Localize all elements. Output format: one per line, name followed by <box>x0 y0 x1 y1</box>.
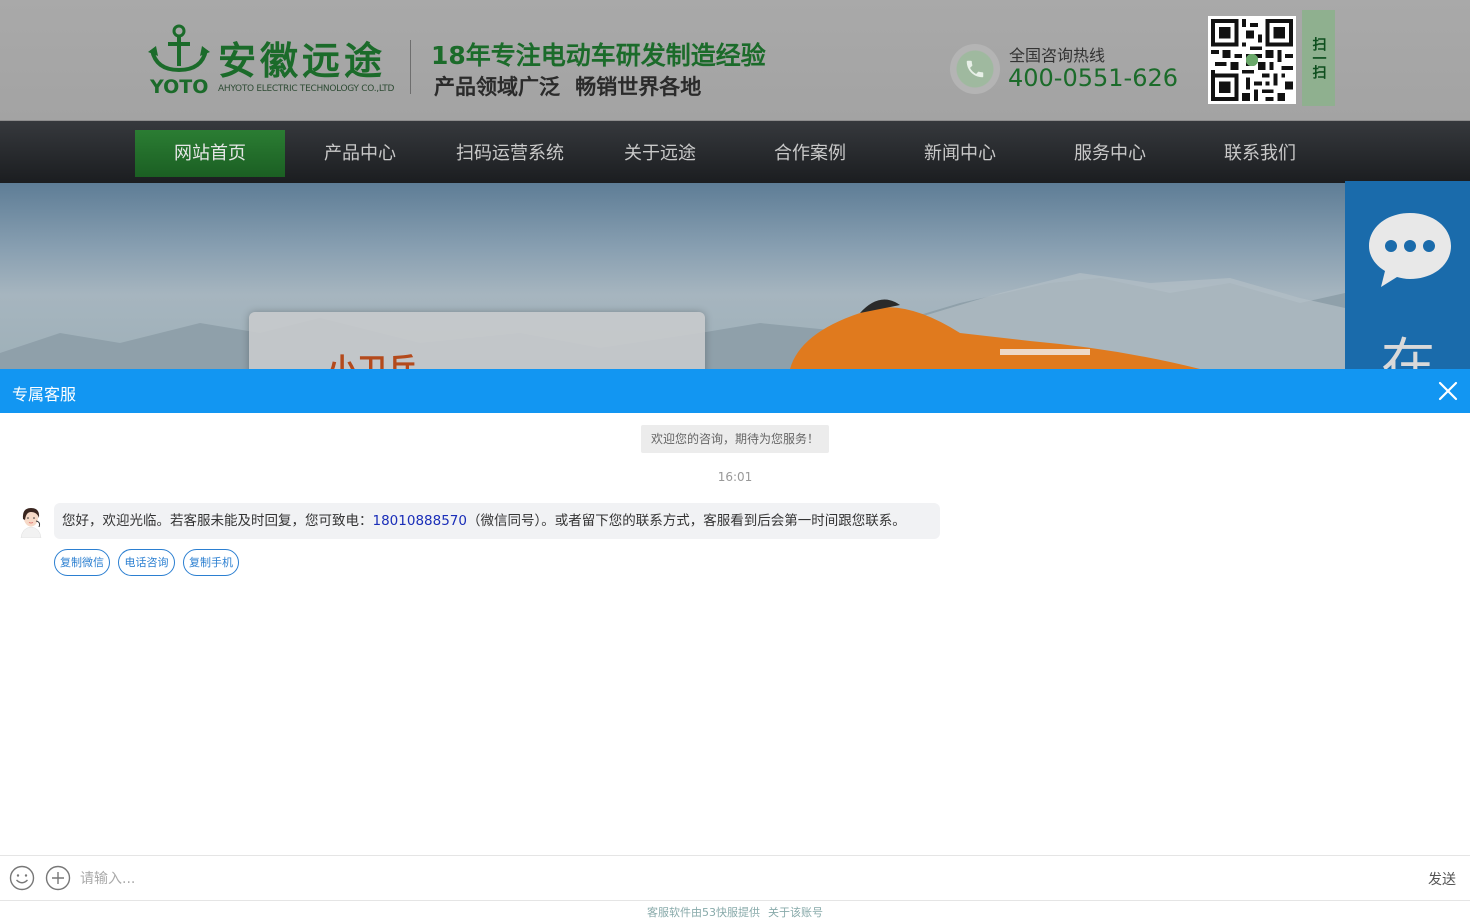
agent-message-bubble: 您好，欢迎光临。若客服未能及时回复，您可致电：18010888570（微信同号）… <box>54 503 940 539</box>
agent-avatar <box>16 504 46 538</box>
customer-service-chat: 专属客服 欢迎您的咨询，期待为您服务！ 16:01 您好，欢迎光临。若客服未能及… <box>0 369 1470 923</box>
message-phone-link[interactable]: 18010888570 <box>373 513 467 529</box>
logo-chinese-name: 安徽远途 <box>218 39 387 83</box>
chat-header: 专属客服 <box>0 369 1470 413</box>
chat-input-bar: 发送 <box>0 855 1470 901</box>
slogan-secondary: 产品领域广泛 畅销世界各地 <box>434 75 702 99</box>
online-label-char: 在 <box>1381 332 1435 369</box>
slogan-primary: 18年专注电动车研发制造经验 <box>431 41 766 70</box>
qr-scan-tab[interactable]: 扫一扫 <box>1302 10 1335 106</box>
logo-company-name: AHYOTO ELECTRIC TECHNOLOGY CO.,LTD <box>218 84 395 94</box>
about-account-link[interactable]: 关于该账号 <box>768 906 823 919</box>
chat-title: 专属客服 <box>12 385 77 404</box>
banner-product-title: 小卫兵 <box>327 345 417 369</box>
emoji-icon[interactable] <box>9 865 35 891</box>
main-nav: 网站首页 产品中心 扫码运营系统 关于远途 合作案例 新闻中心 服务中心 联系我… <box>0 121 1470 183</box>
nav-scan-operation[interactable]: 扫码运营系统 <box>435 130 585 177</box>
nav-service[interactable]: 服务中心 <box>1035 130 1185 177</box>
phone-icon <box>950 44 1000 94</box>
copy-mobile-button[interactable]: 复制手机 <box>183 549 239 576</box>
nav-contact[interactable]: 联系我们 <box>1185 130 1335 177</box>
message-timestamp: 16:01 <box>717 470 753 484</box>
logo-english-name: YOTO <box>150 76 209 98</box>
nav-products[interactable]: 产品中心 <box>285 130 435 177</box>
chat-message-input[interactable] <box>80 864 1400 894</box>
mountain-backdrop <box>0 273 1345 369</box>
message-text-prefix: 您好，欢迎光临。若客服未能及时回复，您可致电： <box>62 513 373 529</box>
hotline-number[interactable]: 400-0551-626 <box>1008 64 1178 92</box>
provider-link[interactable]: 客服软件由53快服提供 <box>647 906 760 919</box>
site-header: 安徽远途 YOTO AHYOTO ELECTRIC TECHNOLOGY CO.… <box>0 0 1470 121</box>
copy-wechat-button[interactable]: 复制微信 <box>54 549 110 576</box>
nav-home[interactable]: 网站首页 <box>135 130 285 177</box>
header-divider <box>410 40 411 94</box>
chat-bubble-icon <box>1369 213 1451 287</box>
hotline-label: 全国咨询热线 <box>1009 46 1106 65</box>
online-consult-widget[interactable]: 在 <box>1345 181 1470 369</box>
close-icon[interactable] <box>1434 377 1462 405</box>
send-button[interactable]: 发送 <box>1428 869 1456 889</box>
nav-about[interactable]: 关于远途 <box>585 130 735 177</box>
phone-consult-button[interactable]: 电话咨询 <box>118 549 175 576</box>
nav-cases[interactable]: 合作案例 <box>735 130 885 177</box>
qr-code <box>1208 16 1296 104</box>
hero-banner[interactable]: 小卫兵 <box>0 183 1470 369</box>
chat-footer: 客服软件由53快服提供 关于该账号 <box>0 904 1470 920</box>
site-logo[interactable]: 安徽远途 YOTO AHYOTO ELECTRIC TECHNOLOGY CO.… <box>146 24 396 100</box>
nav-news[interactable]: 新闻中心 <box>885 130 1035 177</box>
banner-product-card: 小卫兵 <box>249 312 705 369</box>
welcome-notice: 欢迎您的咨询，期待为您服务！ <box>641 425 829 453</box>
anchor-logo-icon <box>148 24 210 73</box>
message-text-suffix: （微信同号）。或者留下您的联系方式，客服看到后会第一时间跟您联系。 <box>466 513 906 529</box>
plus-icon[interactable] <box>45 865 71 891</box>
